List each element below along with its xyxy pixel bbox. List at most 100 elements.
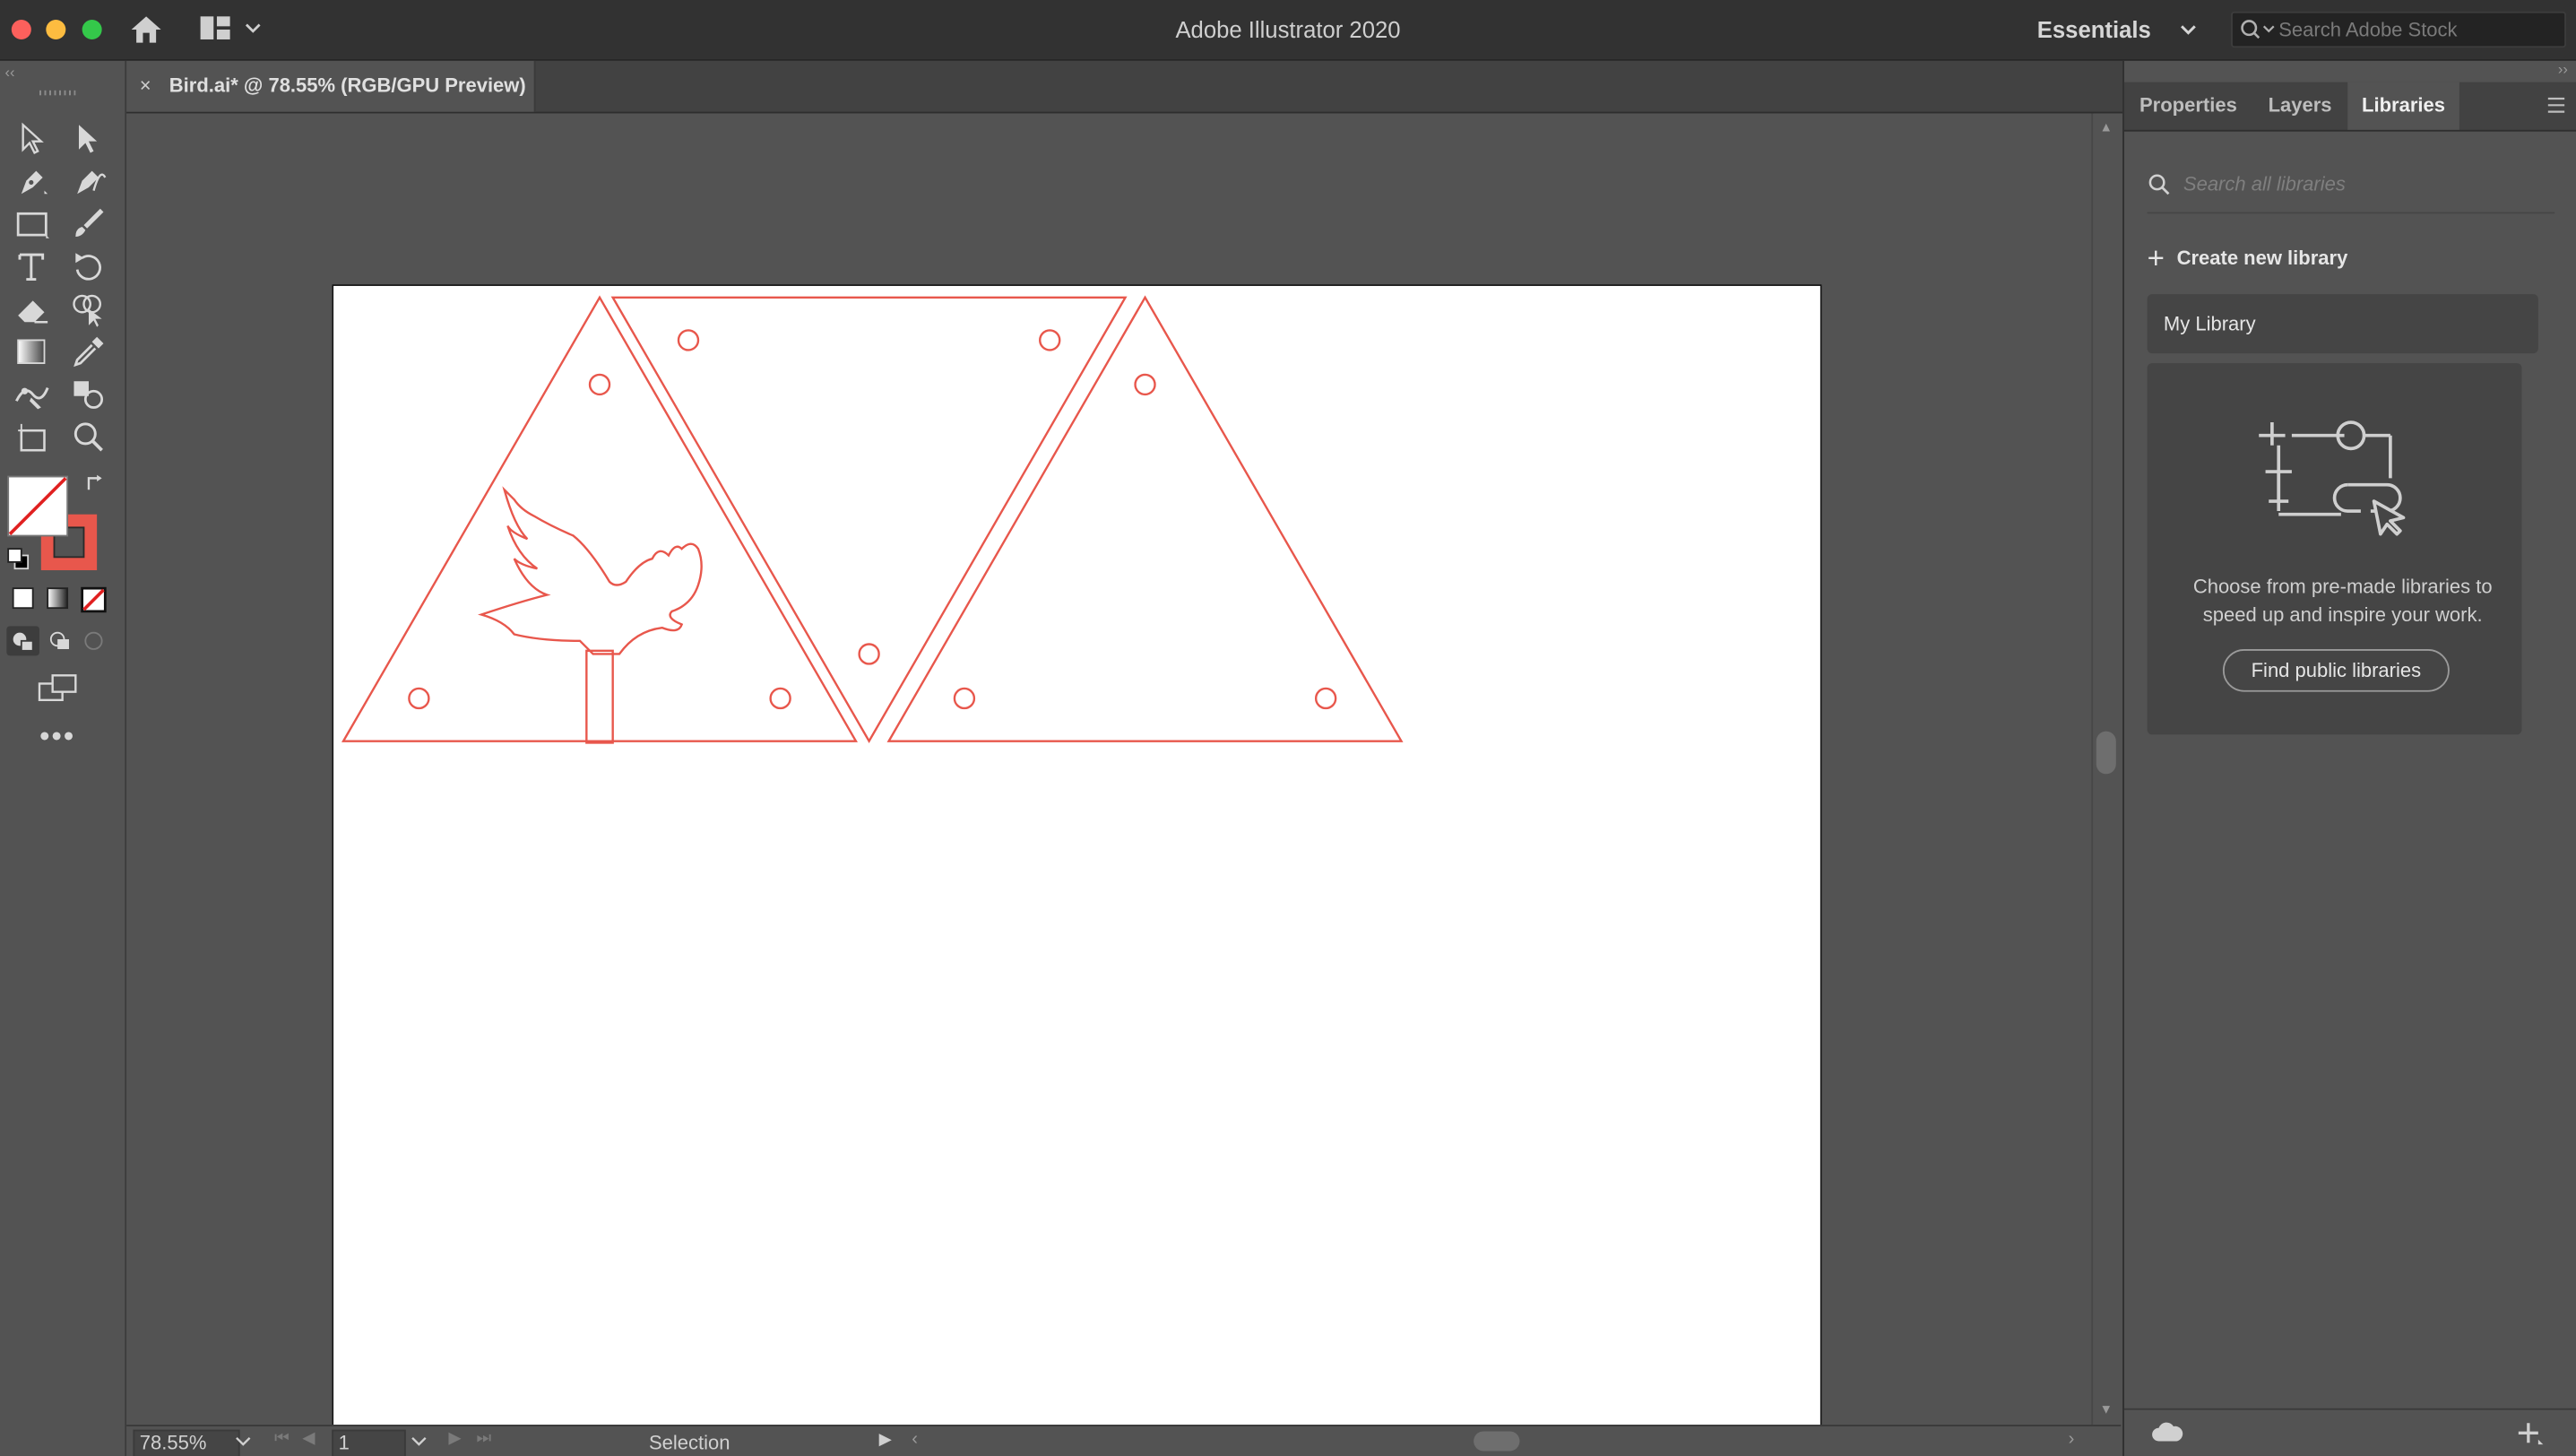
bird-stand[interactable]: [585, 649, 614, 744]
plus-icon: +: [2147, 241, 2165, 275]
title-bar: Adobe Illustrator 2020 Essentials: [0, 0, 2576, 61]
color-mode-icon[interactable]: [12, 586, 35, 610]
zoom-level-field[interactable]: 78.55%: [133, 1429, 240, 1456]
status-bar: 78.55% ⏮ ◀ 1 ▶ ⏭ Selection ▶ ‹ ›: [126, 1425, 2122, 1456]
none-mode-icon[interactable]: [81, 586, 107, 613]
window-close-button[interactable]: [11, 19, 31, 39]
hole[interactable]: [408, 687, 430, 710]
zoom-tool-icon[interactable]: [67, 418, 110, 457]
fill-swatch[interactable]: [6, 475, 69, 538]
chevron-down-icon: [2181, 25, 2196, 35]
rotate-tool-icon[interactable]: [67, 247, 110, 286]
eyedropper-tool-icon[interactable]: [67, 332, 110, 371]
library-search-input[interactable]: [2183, 169, 2546, 199]
draw-inside-icon[interactable]: [82, 626, 108, 655]
add-content-icon[interactable]: [2515, 1420, 2545, 1446]
direct-selection-tool-icon[interactable]: [67, 118, 110, 158]
artboard-number-field[interactable]: 1: [332, 1429, 406, 1456]
swap-fill-stroke-icon[interactable]: [83, 472, 107, 495]
my-library-item[interactable]: My Library: [2147, 294, 2538, 354]
library-empty-description: Choose from pre-made libraries to speed …: [2192, 575, 2493, 627]
pen-tool-icon[interactable]: [12, 161, 55, 201]
arrange-documents-icon[interactable]: [199, 14, 264, 40]
draw-behind-icon[interactable]: [44, 626, 77, 655]
rectangle-tool-icon[interactable]: [12, 204, 55, 243]
curvature-tool-icon[interactable]: [67, 161, 110, 201]
last-artboard-icon[interactable]: ⏭: [477, 1430, 491, 1448]
document-tab-label: Bird.ai* @ 78.55% (RGB/GPU Preview): [169, 74, 526, 98]
stock-search[interactable]: [2231, 11, 2566, 48]
default-fill-stroke-icon[interactable]: [6, 547, 30, 570]
horizontal-scroll-thumb[interactable]: [1474, 1431, 1520, 1452]
draw-normal-icon[interactable]: [6, 626, 39, 656]
library-search[interactable]: [2147, 156, 2555, 214]
hole[interactable]: [1314, 687, 1337, 710]
paintbrush-tool-icon[interactable]: [67, 204, 110, 243]
puppet-warp-tool-icon[interactable]: [12, 375, 55, 414]
hole[interactable]: [1134, 373, 1156, 396]
tab-properties[interactable]: Properties: [2124, 82, 2252, 130]
bird-shape[interactable]: [478, 486, 703, 655]
status-menu-icon[interactable]: ▶: [879, 1431, 892, 1449]
triangle-left[interactable]: [341, 295, 859, 742]
workspace-label: Essentials: [2036, 16, 2151, 43]
find-public-libraries-button[interactable]: Find public libraries: [2222, 648, 2450, 692]
scroll-down-icon[interactable]: ▼: [2099, 1401, 2113, 1416]
chevron-down-icon[interactable]: [235, 1431, 251, 1451]
first-artboard-icon[interactable]: ⏮: [274, 1430, 289, 1448]
previous-artboard-icon[interactable]: ◀: [302, 1430, 315, 1448]
artboard-tool-icon[interactable]: [12, 418, 55, 457]
scroll-right-icon[interactable]: ›: [2069, 1430, 2075, 1450]
artboard[interactable]: [332, 284, 1822, 1426]
home-icon[interactable]: [128, 13, 164, 47]
close-tab-icon[interactable]: ×: [140, 74, 151, 97]
window-maximize-button[interactable]: [82, 19, 102, 39]
workspace-switcher[interactable]: Essentials: [2037, 13, 2218, 47]
chevron-down-icon[interactable]: [411, 1431, 427, 1451]
stock-search-input[interactable]: [2278, 16, 2558, 43]
type-tool-icon[interactable]: [12, 247, 55, 286]
hole[interactable]: [769, 687, 791, 710]
vertical-scrollbar[interactable]: ▲ ▼: [2091, 113, 2123, 1426]
hole[interactable]: [858, 643, 880, 665]
tools-panel: ‹‹ •••: [0, 60, 127, 1456]
toolbar-grip[interactable]: [39, 90, 76, 96]
eraser-tool-icon[interactable]: [12, 290, 55, 329]
triangle-right[interactable]: [886, 295, 1404, 742]
selection-tool-icon[interactable]: [12, 118, 55, 158]
collapse-toolbar-icon[interactable]: ‹‹: [4, 64, 14, 80]
window-minimize-button[interactable]: [46, 19, 66, 39]
hole[interactable]: [677, 329, 700, 351]
hole[interactable]: [1039, 329, 1061, 351]
canvas[interactable]: [126, 113, 2092, 1426]
hole[interactable]: [588, 373, 611, 396]
triangle-middle[interactable]: [610, 296, 1128, 744]
tab-libraries[interactable]: Libraries: [2347, 82, 2459, 130]
panel-tabs: Properties Layers Libraries: [2123, 82, 2576, 132]
scroll-up-icon[interactable]: ▲: [2099, 120, 2113, 134]
library-empty-state: Choose from pre-made libraries to speed …: [2147, 363, 2522, 735]
document-tab[interactable]: × Bird.ai* @ 78.55% (RGB/GPU Preview): [126, 60, 536, 112]
gradient-mode-icon[interactable]: [46, 586, 69, 610]
more-tools-icon[interactable]: •••: [39, 722, 82, 758]
status-text: Selection: [648, 1431, 730, 1455]
gradient-tool-icon[interactable]: [12, 332, 55, 371]
search-icon: [2148, 174, 2170, 195]
create-new-library-label: Create new library: [2176, 246, 2348, 270]
screen-mode-icon[interactable]: [36, 672, 82, 706]
scroll-left-icon[interactable]: ‹: [912, 1430, 918, 1450]
vertical-scroll-thumb[interactable]: [2096, 731, 2116, 775]
cloud-icon[interactable]: [2150, 1420, 2183, 1446]
hole[interactable]: [953, 687, 976, 710]
collapse-panel-icon[interactable]: ››: [2558, 61, 2568, 77]
shape-builder-tool-icon[interactable]: [67, 290, 110, 329]
next-artboard-icon[interactable]: ▶: [448, 1430, 461, 1448]
library-illustration-icon: [2259, 420, 2406, 536]
panel-menu-icon[interactable]: [2545, 95, 2568, 115]
live-paint-tool-icon[interactable]: [67, 375, 110, 414]
artwork[interactable]: [333, 286, 1820, 1425]
search-icon: [2241, 20, 2275, 39]
illustrator-window: Adobe Illustrator 2020 Essentials ‹‹: [0, 0, 2576, 1456]
tab-layers[interactable]: Layers: [2252, 82, 2347, 130]
create-new-library-button[interactable]: + Create new library: [2148, 241, 2348, 274]
